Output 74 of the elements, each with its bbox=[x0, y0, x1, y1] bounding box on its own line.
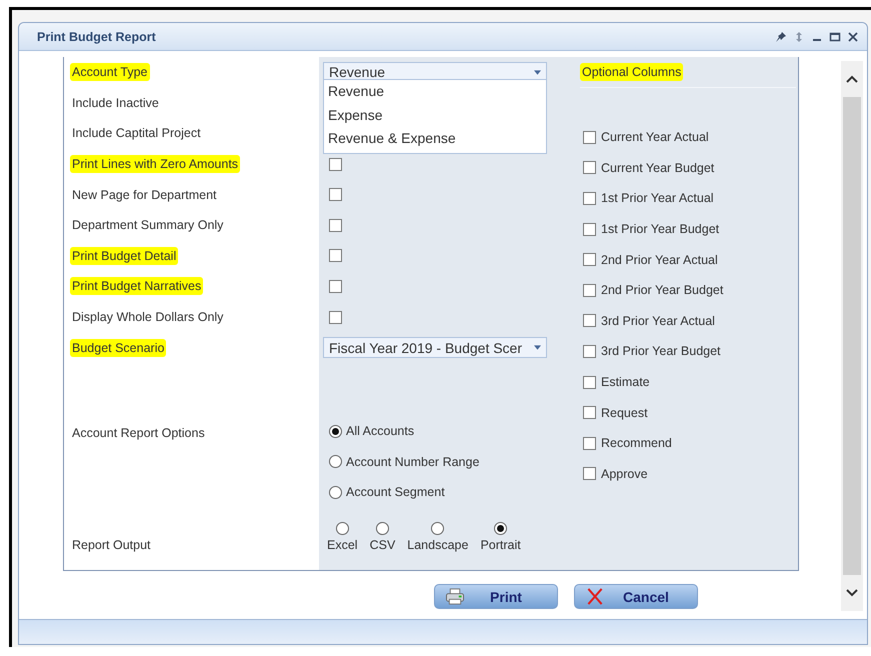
checkbox[interactable] bbox=[329, 249, 342, 262]
checkbox-label: 1st Prior Year Actual bbox=[601, 191, 714, 206]
close-icon[interactable] bbox=[847, 30, 859, 42]
radio-label: Excel bbox=[327, 538, 358, 552]
field-label: New Page for Department bbox=[71, 186, 218, 204]
checkbox[interactable] bbox=[329, 280, 342, 293]
printer-icon bbox=[445, 588, 465, 605]
checkbox[interactable] bbox=[329, 158, 342, 171]
radio-button[interactable] bbox=[329, 486, 342, 499]
checkbox-label: 3rd Prior Year Actual bbox=[601, 314, 715, 328]
checkbox-label: 1st Prior Year Budget bbox=[601, 222, 720, 236]
dropdown-option[interactable]: Revenue & Expense bbox=[328, 127, 546, 150]
dropdown-option[interactable]: Revenue bbox=[328, 80, 546, 104]
field-label: Budget Scenario bbox=[70, 338, 166, 357]
radio-button[interactable] bbox=[336, 522, 349, 535]
cross-icon bbox=[585, 588, 605, 605]
checkbox-label: Approve bbox=[601, 466, 648, 481]
radio-label: CSV bbox=[370, 538, 396, 552]
field-label: Account Type bbox=[70, 63, 150, 82]
checkbox[interactable] bbox=[329, 188, 342, 202]
checkbox-label: Current Year Actual bbox=[601, 130, 709, 144]
pin-icon[interactable] bbox=[775, 30, 787, 42]
radio-button[interactable] bbox=[376, 522, 389, 535]
dropdown-option[interactable]: Expense bbox=[328, 104, 546, 127]
scroll-up-icon[interactable] bbox=[844, 73, 860, 85]
checkbox[interactable] bbox=[583, 436, 596, 450]
section-heading: Optional Columns bbox=[580, 63, 684, 81]
field-label: Include Inactive bbox=[71, 94, 160, 112]
checkbox[interactable] bbox=[329, 218, 342, 232]
field-label: Include Captital Project bbox=[71, 125, 202, 142]
dropdown[interactable]: Fiscal Year 2019 - Budget Scer bbox=[323, 337, 547, 358]
checkbox-label: 3rd Prior Year Budget bbox=[601, 344, 721, 358]
checkbox[interactable] bbox=[583, 467, 596, 480]
checkbox[interactable] bbox=[583, 406, 596, 420]
checkbox-label: Recommend bbox=[601, 436, 672, 450]
field-label: Print Lines with Zero Amounts bbox=[70, 155, 240, 174]
radio-button[interactable] bbox=[329, 455, 342, 468]
field-label: Print Budget Narratives bbox=[70, 277, 204, 296]
checkbox[interactable] bbox=[329, 310, 342, 324]
radio-label: Landscape bbox=[407, 538, 468, 552]
checkbox[interactable] bbox=[583, 161, 596, 174]
checkbox[interactable] bbox=[583, 222, 596, 236]
checkbox[interactable] bbox=[583, 253, 596, 266]
checkbox-label: 2nd Prior Year Budget bbox=[601, 283, 724, 298]
window-title: Print Budget Report bbox=[37, 30, 156, 44]
checkbox[interactable] bbox=[583, 344, 596, 358]
radio-label: Portrait bbox=[480, 538, 521, 552]
maximize-icon[interactable] bbox=[829, 30, 841, 42]
checkbox[interactable] bbox=[583, 192, 596, 205]
caret-icon bbox=[534, 345, 541, 350]
cancel-button[interactable]: Cancel bbox=[574, 584, 698, 609]
checkbox-label: 2nd Prior Year Actual bbox=[601, 252, 718, 267]
radio-label: Account Segment bbox=[346, 485, 445, 500]
checkbox[interactable] bbox=[583, 284, 596, 297]
radio-button[interactable] bbox=[329, 424, 342, 438]
radio-label: All Accounts bbox=[346, 424, 414, 438]
field-label: Print Budget Detail bbox=[70, 246, 178, 265]
field-label: Report Output bbox=[71, 536, 152, 554]
radio-label: Account Number Range bbox=[346, 454, 480, 469]
radio-button[interactable] bbox=[494, 522, 508, 535]
radio-button[interactable] bbox=[431, 522, 444, 535]
checkbox[interactable] bbox=[583, 130, 596, 144]
field-label: Department Summary Only bbox=[71, 217, 224, 234]
scrollbar[interactable] bbox=[841, 61, 863, 611]
checkbox-label: Estimate bbox=[601, 375, 650, 390]
checkbox[interactable] bbox=[583, 314, 596, 328]
checkbox[interactable] bbox=[583, 376, 596, 389]
field-label: Display Whole Dollars Only bbox=[71, 309, 224, 326]
caret-icon bbox=[534, 70, 541, 75]
checkbox-label: Request bbox=[601, 406, 648, 420]
scroll-down-icon[interactable] bbox=[844, 587, 860, 599]
checkbox-label: Current Year Budget bbox=[601, 160, 714, 175]
field-label: Account Report Options bbox=[71, 424, 206, 442]
print-button[interactable]: Print bbox=[434, 584, 558, 609]
